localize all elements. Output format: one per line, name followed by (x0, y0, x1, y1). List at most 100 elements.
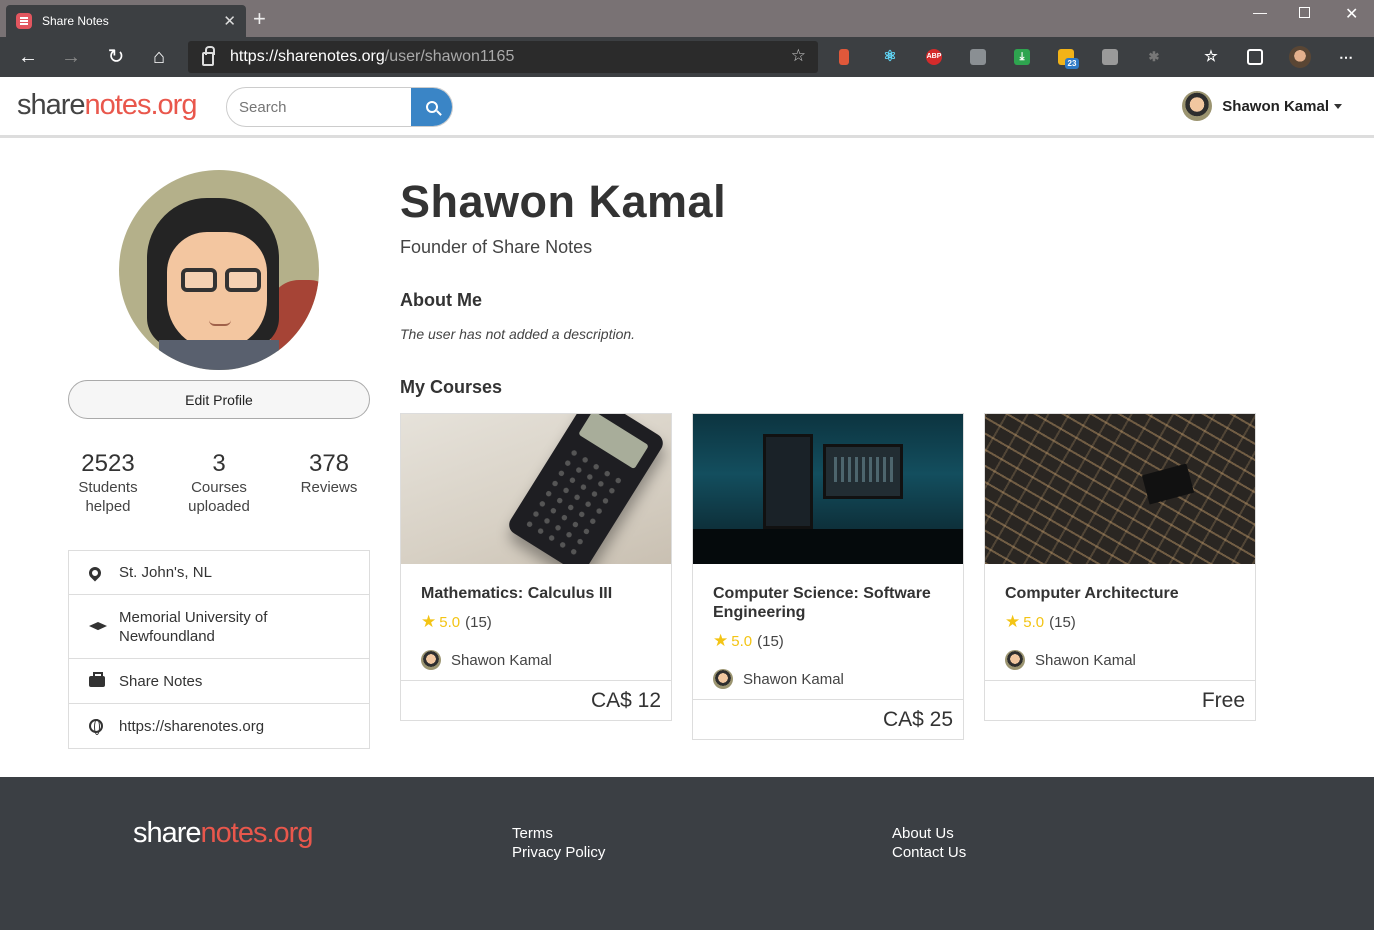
profile-title: Founder of Share Notes (400, 237, 593, 257)
extension-icon[interactable] (970, 49, 986, 65)
menu-dots-icon[interactable]: ⋯ (1338, 49, 1354, 65)
footer-link-privacy[interactable]: Privacy Policy (512, 843, 605, 862)
stat-students: 2523 Students helped (53, 450, 163, 516)
extension-bookmark-icon[interactable] (839, 49, 849, 65)
url-host: https://sharenotes.org (230, 48, 385, 65)
stat-number: 378 (308, 450, 350, 477)
site-header: sharenotes.org Shawon Kamal (0, 77, 1374, 138)
lock-icon (202, 46, 215, 66)
avatar (713, 669, 733, 689)
maximize-icon[interactable] (1299, 7, 1310, 18)
profile-avatar-icon[interactable] (1289, 46, 1311, 68)
forward-icon[interactable]: → (59, 45, 83, 69)
course-price: Free (985, 680, 1255, 720)
camera-icon[interactable] (1102, 49, 1118, 65)
logo-part-share: share (133, 817, 202, 849)
collections-icon[interactable] (1247, 49, 1263, 65)
user-menu[interactable]: Shawon Kamal (1182, 91, 1342, 121)
course-author: Shawon Kamal (713, 669, 943, 689)
rating-count: (15) (465, 613, 492, 631)
graduation-cap-icon (89, 622, 107, 631)
course-price: CA$ 25 (693, 699, 963, 739)
info-text: Share Notes (119, 672, 203, 690)
stat-label: Courses (191, 479, 247, 496)
info-website[interactable]: https://sharenotes.org (69, 704, 369, 748)
course-author: Shawon Kamal (421, 650, 651, 670)
course-title[interactable]: Mathematics: Calculus III (421, 584, 651, 603)
new-tab-icon[interactable]: + (253, 8, 266, 30)
avatar (1182, 91, 1213, 121)
stat-reviews: 378 Reviews (274, 450, 384, 497)
globe-icon (89, 719, 103, 735)
website-link[interactable]: https://sharenotes.org (119, 718, 264, 735)
profile-info-list: St. John's, NL Memorial University of Ne… (68, 550, 370, 749)
site-logo[interactable]: sharenotes.org (17, 89, 198, 122)
search-input[interactable] (227, 88, 413, 126)
stat-label: Reviews (300, 479, 358, 496)
footer-link-about[interactable]: About Us (892, 824, 954, 843)
rating-value: 5.0 (731, 632, 753, 650)
browser-titlebar: Share Notes ✕ + — ✕ (0, 0, 1374, 37)
course-card[interactable]: Mathematics: Calculus III ★ 5.0 (15) Sha… (400, 413, 672, 721)
edit-profile-button[interactable]: Edit Profile (68, 380, 370, 419)
refresh-icon[interactable]: ↻ (104, 45, 128, 69)
rating-value: 5.0 (439, 613, 461, 631)
course-image[interactable] (985, 414, 1255, 564)
course-card[interactable]: Computer Architecture ★ 5.0 (15) Shawon … (984, 413, 1256, 721)
site-favicon-icon (16, 13, 32, 29)
course-price: CA$ 12 (401, 680, 671, 720)
author-name: Shawon Kamal (743, 670, 844, 688)
address-bar[interactable]: https://sharenotes.org/user/shawon1165 ☆ (188, 41, 818, 73)
info-text: St. John's, NL (119, 564, 212, 581)
footer-link-contact[interactable]: Contact Us (892, 843, 966, 862)
avatar (1005, 650, 1025, 670)
bug-icon[interactable]: ✱ (1146, 49, 1162, 65)
course-title[interactable]: Computer Science: Software Engineering (713, 584, 943, 622)
download-icon[interactable]: ⤓ (1014, 49, 1030, 65)
rating-count: (15) (757, 632, 784, 650)
course-image[interactable] (693, 414, 963, 564)
react-devtools-icon[interactable]: ⚛ (882, 49, 898, 65)
site-footer: sharenotes.org Terms Privacy Policy Abou… (0, 777, 1374, 930)
logo-part-share: share (17, 89, 86, 121)
courses-heading: My Courses (400, 377, 503, 397)
about-heading: About Me (400, 290, 482, 310)
info-university: Memorial University of Newfoundland (69, 595, 369, 659)
logo-part-notes: notes.org (200, 817, 314, 849)
profile-avatar (119, 170, 319, 370)
rating-value: 5.0 (1023, 613, 1045, 631)
course-card[interactable]: Computer Science: Software Engineering ★… (692, 413, 964, 740)
home-icon[interactable]: ⌂ (147, 45, 171, 69)
user-name: Shawon Kamal (1222, 97, 1329, 115)
about-text: The user has not added a description. (400, 326, 636, 342)
search-button[interactable] (411, 88, 452, 126)
stat-number: 3 (212, 450, 226, 477)
tab-count-badge: 23 (1065, 58, 1079, 69)
stat-label: Students (78, 479, 138, 496)
tab-title: Share Notes (42, 14, 109, 28)
url-path: /user/shawon1165 (384, 48, 515, 65)
back-icon[interactable]: ← (16, 45, 40, 69)
favorites-icon[interactable]: ☆ (1203, 49, 1219, 65)
favorite-star-icon[interactable]: ☆ (791, 46, 806, 66)
search-icon (425, 101, 438, 113)
course-title[interactable]: Computer Architecture (1005, 584, 1235, 603)
avatar (421, 650, 441, 670)
caret-down-icon (1334, 103, 1342, 109)
tab-close-icon[interactable]: ✕ (223, 12, 236, 30)
window-close-icon[interactable]: ✕ (1345, 4, 1358, 24)
star-icon: ★ (1005, 612, 1021, 631)
author-name: Shawon Kamal (1035, 651, 1136, 669)
minimize-icon[interactable]: — (1253, 4, 1267, 20)
rating-count: (15) (1049, 613, 1076, 631)
logo-part-notes: notes.org (84, 89, 198, 121)
adblock-icon[interactable]: ABP (926, 49, 942, 65)
footer-link-terms[interactable]: Terms (512, 824, 553, 843)
stat-courses: 3 Courses uploaded (164, 450, 274, 516)
browser-toolbar: ← → ↻ ⌂ https://sharenotes.org/user/shaw… (0, 37, 1374, 77)
course-image[interactable] (401, 414, 671, 564)
star-icon: ★ (713, 631, 729, 650)
footer-logo[interactable]: sharenotes.org (133, 817, 314, 850)
browser-tab[interactable]: Share Notes ✕ (6, 5, 246, 37)
info-text: Memorial University of (119, 608, 268, 626)
